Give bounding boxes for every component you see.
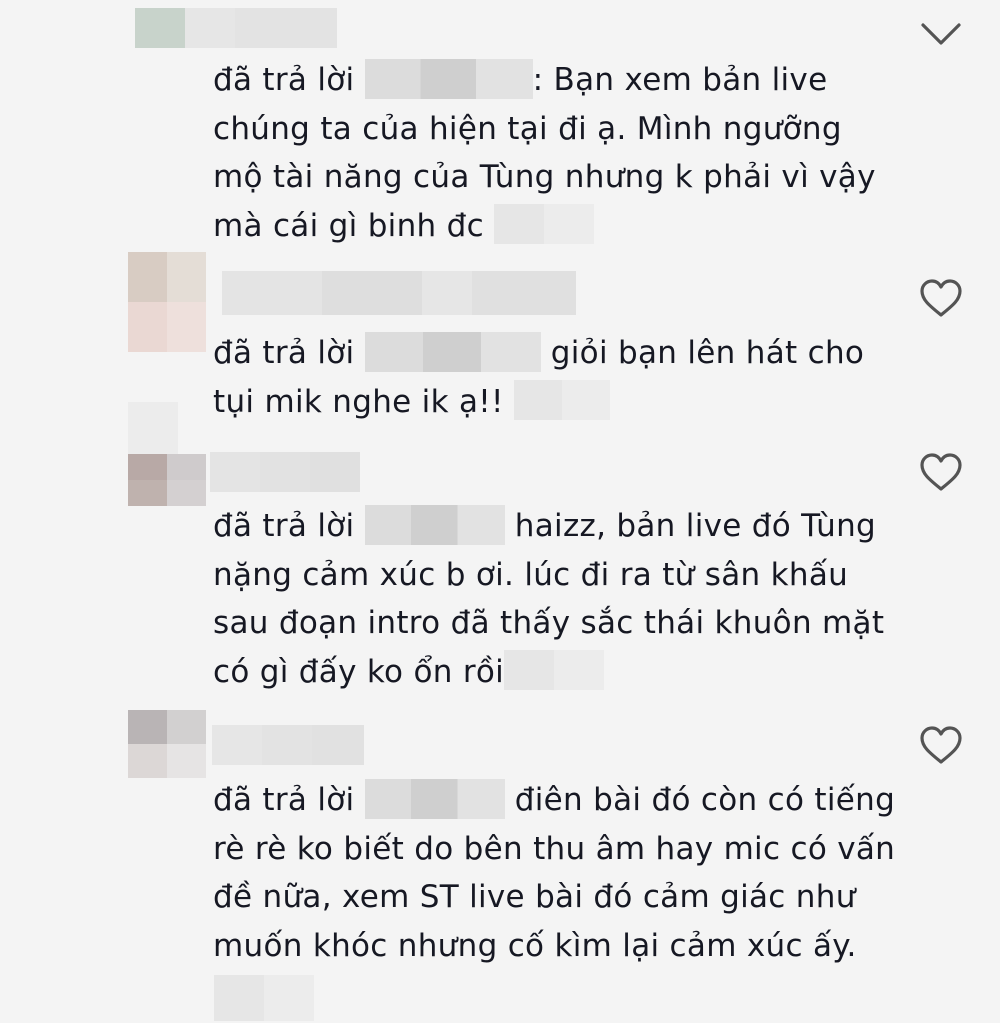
comment-line: nặng cảm xúc b ơi. lúc đi ra từ sân khấu <box>213 556 849 593</box>
avatar[interactable] <box>128 454 206 506</box>
comment-line: muốn khóc nhưng cố kìm lại cảm xúc ấy. <box>213 927 857 964</box>
reply-prefix: đã trả lời <box>213 62 355 98</box>
mention-censored <box>364 778 505 819</box>
comment-line: đề nữa, xem ST live bài đó cảm giác như <box>213 879 856 915</box>
emoji-censored <box>494 204 595 244</box>
chevron-down-icon[interactable] <box>918 10 964 56</box>
comment-line: mà cái gì binh đc <box>213 207 484 244</box>
reply-prefix: đã trả lời <box>213 782 355 818</box>
comment-line: có gì đấy ko ổn rồi <box>213 653 505 690</box>
comment-line: rè rè ko biết do bên thu âm hay mic có v… <box>213 830 896 867</box>
reply-prefix: đã trả lời <box>213 335 355 371</box>
username-censored <box>222 271 576 315</box>
mention-censored <box>364 58 533 99</box>
username-censored <box>210 452 360 492</box>
username-censored <box>212 725 364 765</box>
heart-outline-icon[interactable] <box>918 450 964 496</box>
mention-censored <box>364 331 541 372</box>
comment-line: chúng ta của hiện tại đi ạ. Mình ngưỡng <box>213 110 842 147</box>
username-censored <box>135 8 337 48</box>
heart-outline-icon[interactable] <box>918 723 964 769</box>
comment-text: đã trả lời điên bài đó còn có tiếng rè r… <box>213 776 913 970</box>
comment-text: đã trả lời : Bạn xem bản live chúng ta c… <box>213 56 913 250</box>
reply-prefix: đã trả lời <box>213 508 355 544</box>
comment-line: tụi mik nghe ik ạ!! <box>213 383 504 420</box>
avatar-shadow <box>128 402 178 454</box>
heart-outline-icon[interactable] <box>918 276 964 322</box>
comment-line: điên bài đó còn có tiếng <box>514 782 896 818</box>
emoji-censored <box>513 380 610 420</box>
comment-line: giỏi bạn lên hát cho <box>550 335 865 371</box>
comment-line: : Bạn xem bản live <box>532 62 828 98</box>
comment-line: haizz, bản live đó Tùng <box>514 508 877 544</box>
emoji-censored <box>214 975 314 1021</box>
emoji-censored <box>504 650 605 690</box>
mention-censored <box>364 504 505 545</box>
comment-text: đã trả lời haizz, bản live đó Tùng nặng … <box>213 502 913 696</box>
comment-line: sau đoạn intro đã thấy sắc thái khuôn mặ… <box>213 605 885 641</box>
comment-text: đã trả lời giỏi bạn lên hát cho tụi mik … <box>213 329 913 426</box>
avatar[interactable] <box>128 710 206 778</box>
avatar[interactable] <box>128 252 206 352</box>
comment-line: mộ tài năng của Tùng nhưng k phải vì vậy <box>213 159 876 195</box>
